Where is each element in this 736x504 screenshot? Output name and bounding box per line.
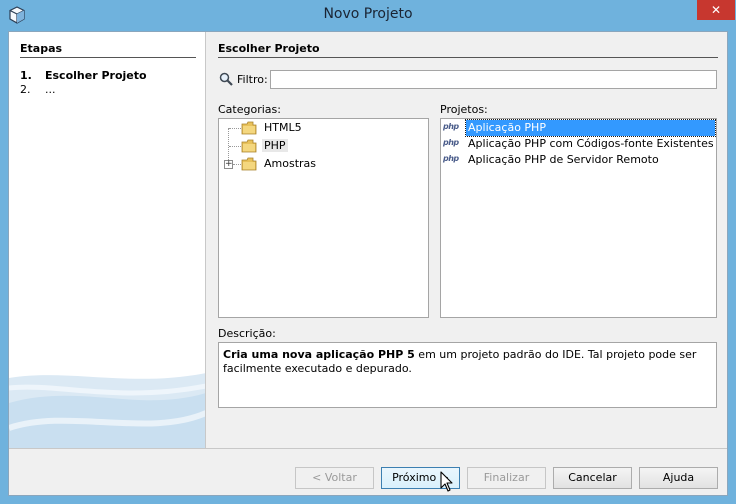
content-panel: Escolher Projeto Filtro: Categorias: Pro… [218, 32, 728, 448]
step-label: Escolher Projeto [45, 69, 147, 82]
expand-icon[interactable]: + [224, 160, 233, 169]
project-item-php-existing-sources[interactable]: php Aplicação PHP com Códigos-fonte Exis… [442, 136, 716, 152]
description-label: Descrição: [218, 327, 276, 340]
back-button[interactable]: < Voltar [295, 467, 374, 489]
steps-divider [20, 57, 196, 58]
tree-item-html5[interactable]: HTML5 [219, 120, 428, 136]
step-item-1: 1. Escolher Projeto [20, 69, 147, 82]
filter-input[interactable] [270, 70, 717, 89]
project-item-php-remote-server[interactable]: php Aplicação PHP de Servidor Remoto [442, 152, 716, 168]
description-box: Cria uma nova aplicação PHP 5 em um proj… [218, 342, 717, 408]
categories-label: Categorias: [218, 103, 281, 116]
folder-icon [241, 139, 257, 153]
help-button[interactable]: Ajuda [639, 467, 718, 489]
php-icon: php [443, 154, 459, 163]
step-label: ... [45, 83, 56, 96]
project-item-label: Aplicação PHP com Códigos-fonte Existent… [468, 137, 714, 150]
window-title: Novo Projeto [323, 6, 413, 22]
description-bold-text: Cria uma nova aplicação PHP 5 [223, 348, 415, 361]
decorative-swoosh [9, 373, 205, 448]
tree-item-php[interactable]: PHP [219, 138, 428, 154]
steps-panel: Etapas 1. Escolher Projeto 2.... [9, 32, 206, 448]
title-bar[interactable]: Novo Projeto ✕ [0, 0, 736, 30]
finish-button[interactable]: Finalizar [467, 467, 546, 489]
folder-icon [241, 121, 257, 135]
button-bar-divider [9, 448, 727, 449]
php-icon: php [443, 122, 459, 131]
project-item-php-application[interactable]: php Aplicação PHP [442, 119, 716, 137]
steps-title: Etapas [20, 42, 63, 55]
step-number: 1. [20, 69, 32, 82]
content-divider [218, 57, 718, 58]
tree-item-amostras[interactable]: + Amostras [219, 156, 428, 172]
content-title: Escolher Projeto [218, 42, 320, 55]
project-item-label: Aplicação PHP [465, 119, 716, 137]
tree-item-label: Amostras [264, 157, 317, 170]
tree-item-label: PHP [262, 139, 288, 152]
project-item-label: Aplicação PHP de Servidor Remoto [468, 153, 659, 166]
dialog-window: Novo Projeto ✕ Etapas 1. Escolher Projeto… [0, 0, 736, 504]
folder-icon [241, 157, 257, 171]
categories-tree[interactable]: HTML5 PHP + Amostras [218, 118, 429, 318]
mouse-pointer-icon [440, 471, 453, 492]
projects-list[interactable]: php Aplicação PHP php Aplicação PHP com … [440, 118, 717, 318]
php-icon: php [443, 138, 459, 147]
dialog-body: Etapas 1. Escolher Projeto 2.... Escolher… [8, 31, 728, 496]
filter-label: Filtro: [237, 73, 268, 86]
step-item-2: 2.... [20, 83, 56, 96]
magnifier-icon [219, 72, 233, 86]
cancel-button[interactable]: Cancelar [553, 467, 632, 489]
step-number: 2. [20, 83, 31, 96]
close-button[interactable]: ✕ [697, 0, 735, 20]
tree-item-label: HTML5 [264, 121, 302, 134]
projects-label: Projetos: [440, 103, 488, 116]
close-icon: ✕ [710, 3, 722, 17]
